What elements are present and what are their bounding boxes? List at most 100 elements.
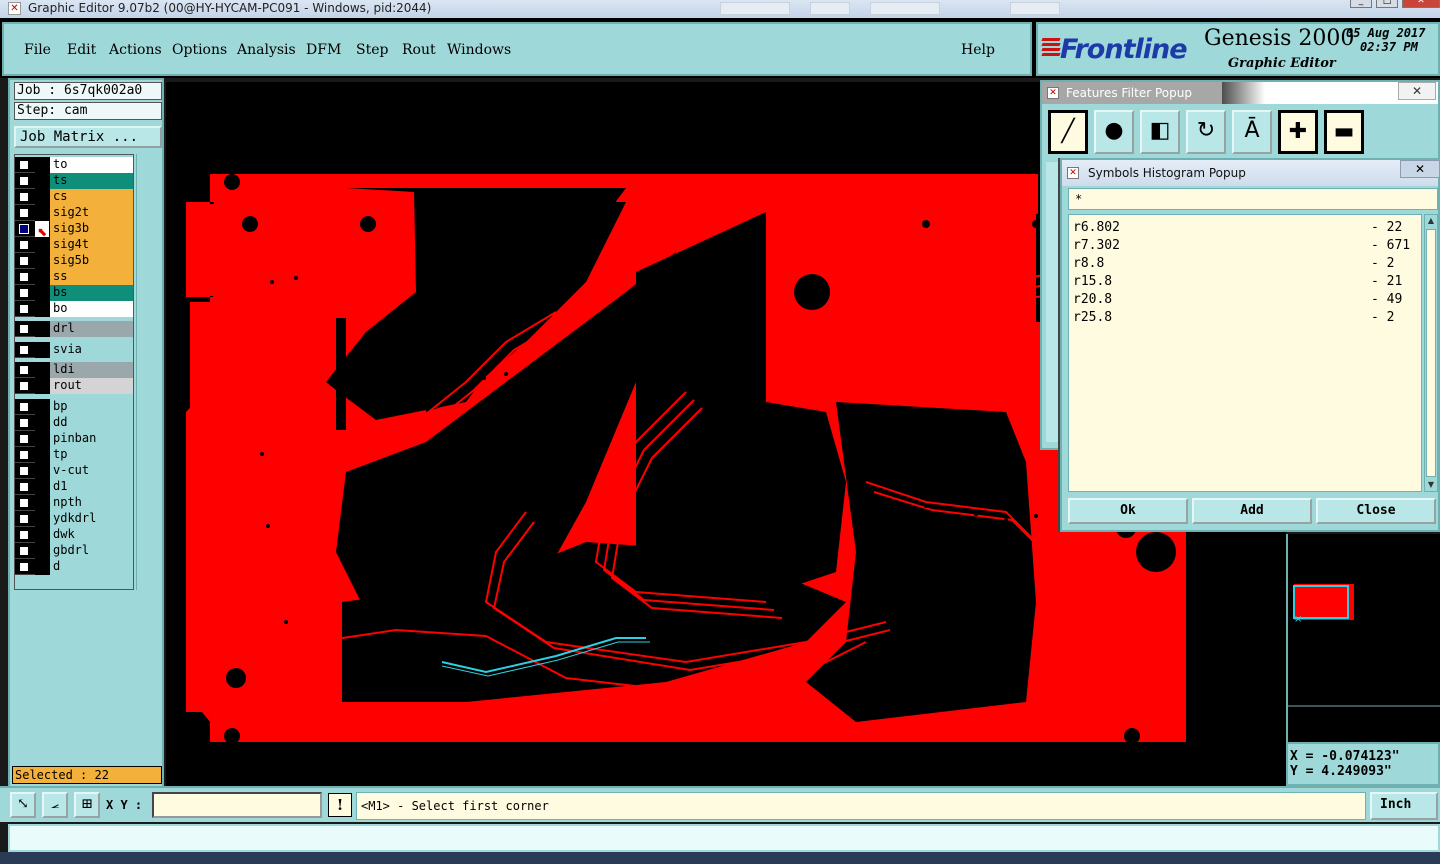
- layer-checkbox[interactable]: [19, 272, 29, 282]
- layer-row-d[interactable]: d: [15, 559, 133, 575]
- symbols-histogram-title-bar[interactable]: ✕ Symbols Histogram Popup: [1062, 160, 1438, 186]
- layer-row-cs[interactable]: cs: [15, 189, 133, 205]
- layer-checkbox[interactable]: [19, 434, 29, 444]
- menu-edit[interactable]: Edit: [67, 42, 96, 58]
- pad-filter-icon[interactable]: ●: [1094, 110, 1134, 154]
- text-filter-icon[interactable]: Ā: [1232, 110, 1272, 154]
- menu-windows[interactable]: Windows: [447, 42, 511, 58]
- symbols-histogram-close-icon[interactable]: ✕: [1400, 160, 1440, 178]
- layer-row-d1[interactable]: d1: [15, 479, 133, 495]
- layer-checkbox[interactable]: [19, 546, 29, 556]
- menu-actions[interactable]: Actions: [109, 42, 162, 58]
- layer-row-sig4t[interactable]: sig4t: [15, 237, 133, 253]
- layer-checkbox[interactable]: [19, 176, 29, 186]
- menu-options[interactable]: Options: [172, 42, 227, 58]
- layer-checkbox[interactable]: [19, 304, 29, 314]
- layer-checkbox[interactable]: [19, 224, 29, 234]
- layer-row-bp[interactable]: bp: [15, 399, 133, 415]
- layer-checkbox[interactable]: [19, 402, 29, 412]
- list-item[interactable]: r25.8 - 2: [1069, 309, 1421, 327]
- layer-row-ldi[interactable]: ldi: [15, 362, 133, 378]
- layer-row-sig2t[interactable]: sig2t: [15, 205, 133, 221]
- layer-checkbox[interactable]: [19, 324, 29, 334]
- layer-row-pinban[interactable]: pinban: [15, 431, 133, 447]
- features-filter-title-bar[interactable]: ✕ Features Filter Popup: [1042, 82, 1222, 104]
- layer-checkbox[interactable]: [19, 365, 29, 375]
- layer-row-tp[interactable]: tp: [15, 447, 133, 463]
- layer-row-to[interactable]: to: [15, 157, 133, 173]
- overview-map[interactable]: ×: [1286, 534, 1440, 742]
- positive-polarity-icon[interactable]: ✚: [1278, 110, 1318, 154]
- scroll-down-icon[interactable]: ▼: [1425, 479, 1437, 491]
- layer-row-dd[interactable]: dd: [15, 415, 133, 431]
- minimize-button[interactable]: _: [1350, 0, 1372, 8]
- layer-row-drl[interactable]: drl: [15, 321, 133, 337]
- layer-checkbox[interactable]: [19, 562, 29, 572]
- scroll-thumb[interactable]: [1426, 229, 1436, 477]
- layer-row-ts[interactable]: ts: [15, 173, 133, 189]
- layer-row-svia[interactable]: svia: [15, 342, 133, 358]
- negative-polarity-icon[interactable]: ▬: [1324, 110, 1364, 154]
- layer-checkbox[interactable]: [19, 514, 29, 524]
- layer-row-bs[interactable]: bs: [15, 285, 133, 301]
- xy-input[interactable]: [152, 792, 322, 818]
- layer-checkbox[interactable]: [19, 240, 29, 250]
- menu-file[interactable]: File: [24, 42, 51, 58]
- layer-checkbox[interactable]: [19, 288, 29, 298]
- close-window-button[interactable]: ✕: [1402, 0, 1440, 8]
- list-item[interactable]: r7.302 - 671: [1069, 237, 1421, 255]
- layer-checkbox[interactable]: [19, 466, 29, 476]
- layer-row-v-cut[interactable]: v-cut: [15, 463, 133, 479]
- menu-rout[interactable]: Rout: [402, 42, 436, 58]
- list-item[interactable]: r15.8 - 21: [1069, 273, 1421, 291]
- arc-filter-icon[interactable]: ↻: [1186, 110, 1226, 154]
- menu-help[interactable]: Help: [961, 42, 995, 58]
- scroll-up-icon[interactable]: ▲: [1425, 215, 1437, 227]
- menu-dfm[interactable]: DFM: [306, 42, 341, 58]
- list-item[interactable]: r20.8 - 49: [1069, 291, 1421, 309]
- zoom-window-icon[interactable]: ⤡: [10, 792, 36, 818]
- layer-checkbox[interactable]: [19, 450, 29, 460]
- layer-row-sig5b[interactable]: sig5b: [15, 253, 133, 269]
- menu-step[interactable]: Step: [356, 42, 388, 58]
- menu-analysis[interactable]: Analysis: [237, 42, 296, 58]
- snap-grid-icon[interactable]: ⊞: [74, 792, 100, 818]
- exclamation-icon[interactable]: !: [328, 793, 352, 817]
- layer-row-npth[interactable]: npth: [15, 495, 133, 511]
- ok-button[interactable]: Ok: [1068, 498, 1188, 524]
- layer-checkbox[interactable]: [19, 418, 29, 428]
- layer-row-ss[interactable]: ss: [15, 269, 133, 285]
- layer-checkbox[interactable]: [19, 192, 29, 202]
- layer-list-scrollbar[interactable]: [136, 154, 160, 590]
- add-button[interactable]: Add: [1192, 498, 1312, 524]
- layer-checkbox[interactable]: [19, 345, 29, 355]
- layer-row-dwk[interactable]: dwk: [15, 527, 133, 543]
- layer-name: sig2t: [49, 205, 133, 221]
- layer-checkbox[interactable]: [19, 160, 29, 170]
- layer-row-ydkdrl[interactable]: ydkdrl: [15, 511, 133, 527]
- layer-row-rout[interactable]: rout: [15, 378, 133, 394]
- close-button[interactable]: Close: [1316, 498, 1436, 524]
- maximize-button[interactable]: □: [1376, 0, 1398, 8]
- job-matrix-button[interactable]: Job Matrix ...: [14, 126, 162, 148]
- layer-row-sig3b[interactable]: ⬉ sig3b: [15, 221, 133, 239]
- selected-count: Selected : 22: [12, 766, 162, 784]
- layer-checkbox[interactable]: [19, 482, 29, 492]
- symbol-histogram-list[interactable]: r6.802 - 22 r7.302 - 671 r8.8 - 2 r15.8 - 21…: [1068, 214, 1422, 492]
- measure-icon[interactable]: ⦟: [42, 792, 68, 818]
- list-item[interactable]: r6.802 - 22: [1069, 219, 1421, 237]
- layer-row-gbdrl[interactable]: gbdrl: [15, 543, 133, 559]
- list-item[interactable]: r8.8 - 2: [1069, 255, 1421, 273]
- histogram-scrollbar[interactable]: ▲ ▼: [1424, 214, 1438, 492]
- layer-checkbox[interactable]: [19, 256, 29, 266]
- features-filter-close-icon[interactable]: ✕: [1398, 82, 1436, 100]
- units-selector[interactable]: Inch: [1370, 792, 1438, 820]
- line-filter-icon[interactable]: ╱: [1048, 110, 1088, 154]
- layer-row-bo[interactable]: bo: [15, 301, 133, 317]
- symbol-filter-input[interactable]: *: [1068, 188, 1438, 210]
- layer-checkbox[interactable]: [19, 530, 29, 540]
- surface-filter-icon[interactable]: ◧: [1140, 110, 1180, 154]
- layer-checkbox[interactable]: [19, 208, 29, 218]
- layer-checkbox[interactable]: [19, 498, 29, 508]
- layer-checkbox[interactable]: [19, 381, 29, 391]
